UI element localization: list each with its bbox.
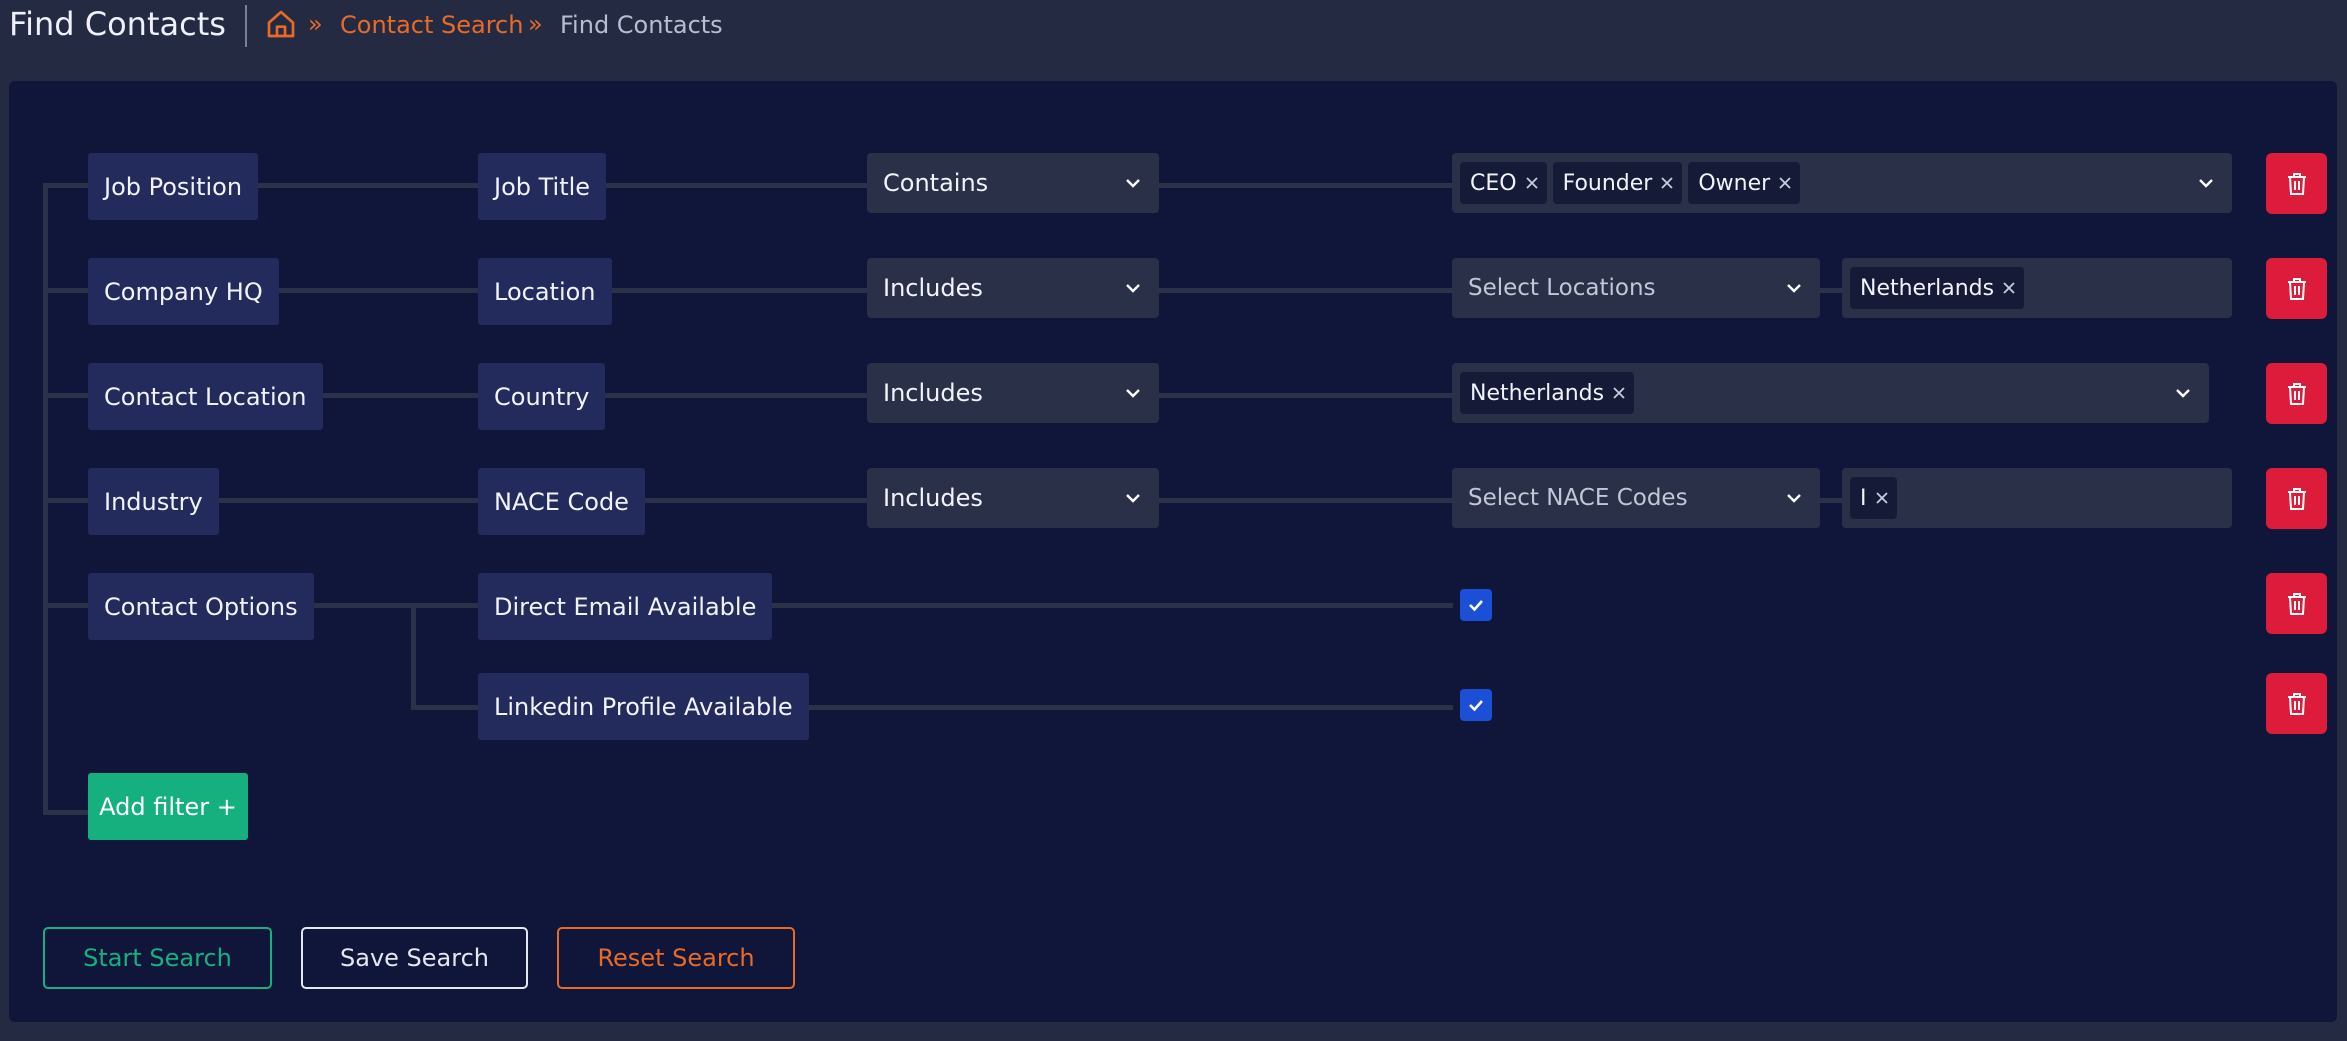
filter-field-contact-options[interactable]: Contact Options — [88, 573, 314, 640]
operator-select-industry[interactable]: Includes — [867, 468, 1159, 528]
linkedin-profile-checkbox[interactable] — [1460, 689, 1492, 721]
nace-selected-tags[interactable]: I — [1842, 468, 2232, 528]
home-icon[interactable] — [265, 8, 297, 40]
option-direct-email[interactable]: Direct Email Available — [478, 573, 773, 640]
trash-icon — [2287, 592, 2306, 615]
save-search-button[interactable]: Save Search — [301, 927, 528, 989]
operator-value: Includes — [883, 379, 983, 407]
delete-filter-button[interactable] — [2266, 258, 2327, 319]
breadcrumb-separator: » — [308, 10, 323, 38]
close-icon[interactable] — [1875, 491, 1889, 505]
filter-panel — [9, 81, 2337, 1022]
delete-filter-button[interactable] — [2266, 153, 2327, 214]
chevron-down-icon — [1126, 284, 1140, 293]
job-title-multiselect[interactable]: CEO Founder Owner — [1452, 153, 2232, 213]
delete-filter-button[interactable] — [2266, 363, 2327, 424]
operator-select-contact-location[interactable]: Includes — [867, 363, 1159, 423]
trash-icon — [2287, 692, 2306, 715]
operator-value: Includes — [883, 484, 983, 512]
close-icon[interactable] — [1612, 386, 1626, 400]
delete-filter-button[interactable] — [2266, 468, 2327, 529]
trash-icon — [2287, 172, 2306, 195]
country-multiselect[interactable]: Netherlands — [1452, 363, 2209, 423]
filter-subfield-nace-code[interactable]: NACE Code — [478, 468, 645, 535]
tag-owner: Owner — [1688, 162, 1801, 204]
tree-branch — [43, 810, 93, 815]
tag-founder: Founder — [1552, 162, 1683, 204]
close-icon[interactable] — [2002, 281, 2016, 295]
filter-subfield-location[interactable]: Location — [478, 258, 612, 325]
close-icon[interactable] — [1525, 176, 1539, 190]
chevron-down-icon — [2176, 389, 2190, 398]
add-filter-button[interactable]: Add filter + — [88, 773, 248, 840]
header-divider — [245, 5, 247, 47]
filter-subfield-country[interactable]: Country — [478, 363, 606, 430]
delete-filter-button[interactable] — [2266, 673, 2327, 734]
chevron-down-icon — [1126, 494, 1140, 503]
start-search-button[interactable]: Start Search — [43, 927, 272, 989]
location-select-placeholder: Select Locations — [1468, 275, 1656, 301]
chevron-down-icon — [2199, 179, 2213, 188]
close-icon[interactable] — [1660, 176, 1674, 190]
tree-subtrunk — [411, 603, 416, 710]
breadcrumb-separator: » — [528, 10, 543, 38]
trash-icon — [2287, 277, 2306, 300]
tag-ceo: CEO — [1460, 162, 1547, 204]
page-header: Find Contacts » Contact Search » Find Co… — [0, 0, 2347, 58]
chevron-down-icon — [1126, 389, 1140, 398]
chevron-down-icon — [1126, 179, 1140, 188]
option-linkedin-profile[interactable]: Linkedin Profile Available — [478, 673, 809, 740]
delete-filter-button[interactable] — [2266, 573, 2327, 634]
operator-select-company-hq[interactable]: Includes — [867, 258, 1159, 318]
tag-netherlands: Netherlands — [1460, 372, 1635, 414]
breadcrumb-current: Find Contacts — [560, 11, 723, 39]
location-select[interactable]: Select Locations — [1452, 258, 1820, 318]
breadcrumb-contact-search[interactable]: Contact Search — [340, 10, 523, 40]
check-icon — [1469, 600, 1483, 612]
operator-value: Contains — [883, 169, 989, 197]
filter-field-industry[interactable]: Industry — [88, 468, 219, 535]
tree-branch — [43, 498, 1453, 503]
operator-select-job-position[interactable]: Contains — [867, 153, 1159, 213]
chevron-down-icon — [1787, 494, 1801, 503]
page-title: Find Contacts — [9, 5, 226, 43]
filter-field-contact-location[interactable]: Contact Location — [88, 363, 323, 430]
tag-nace-i: I — [1850, 477, 1897, 519]
nace-select-placeholder: Select NACE Codes — [1468, 485, 1688, 511]
filter-subfield-job-title[interactable]: Job Title — [478, 153, 607, 220]
trash-icon — [2287, 487, 2306, 510]
close-icon[interactable] — [1778, 176, 1792, 190]
nace-code-select[interactable]: Select NACE Codes — [1452, 468, 1820, 528]
tag-netherlands: Netherlands — [1850, 267, 2025, 309]
operator-value: Includes — [883, 274, 983, 302]
trash-icon — [2287, 382, 2306, 405]
direct-email-checkbox[interactable] — [1460, 589, 1492, 621]
filter-field-company-hq[interactable]: Company HQ — [88, 258, 279, 325]
filter-field-job-position[interactable]: Job Position — [88, 153, 259, 220]
check-icon — [1469, 700, 1483, 712]
chevron-down-icon — [1787, 284, 1801, 293]
reset-search-button[interactable]: Reset Search — [557, 927, 795, 989]
location-selected-tags[interactable]: Netherlands — [1842, 258, 2232, 318]
